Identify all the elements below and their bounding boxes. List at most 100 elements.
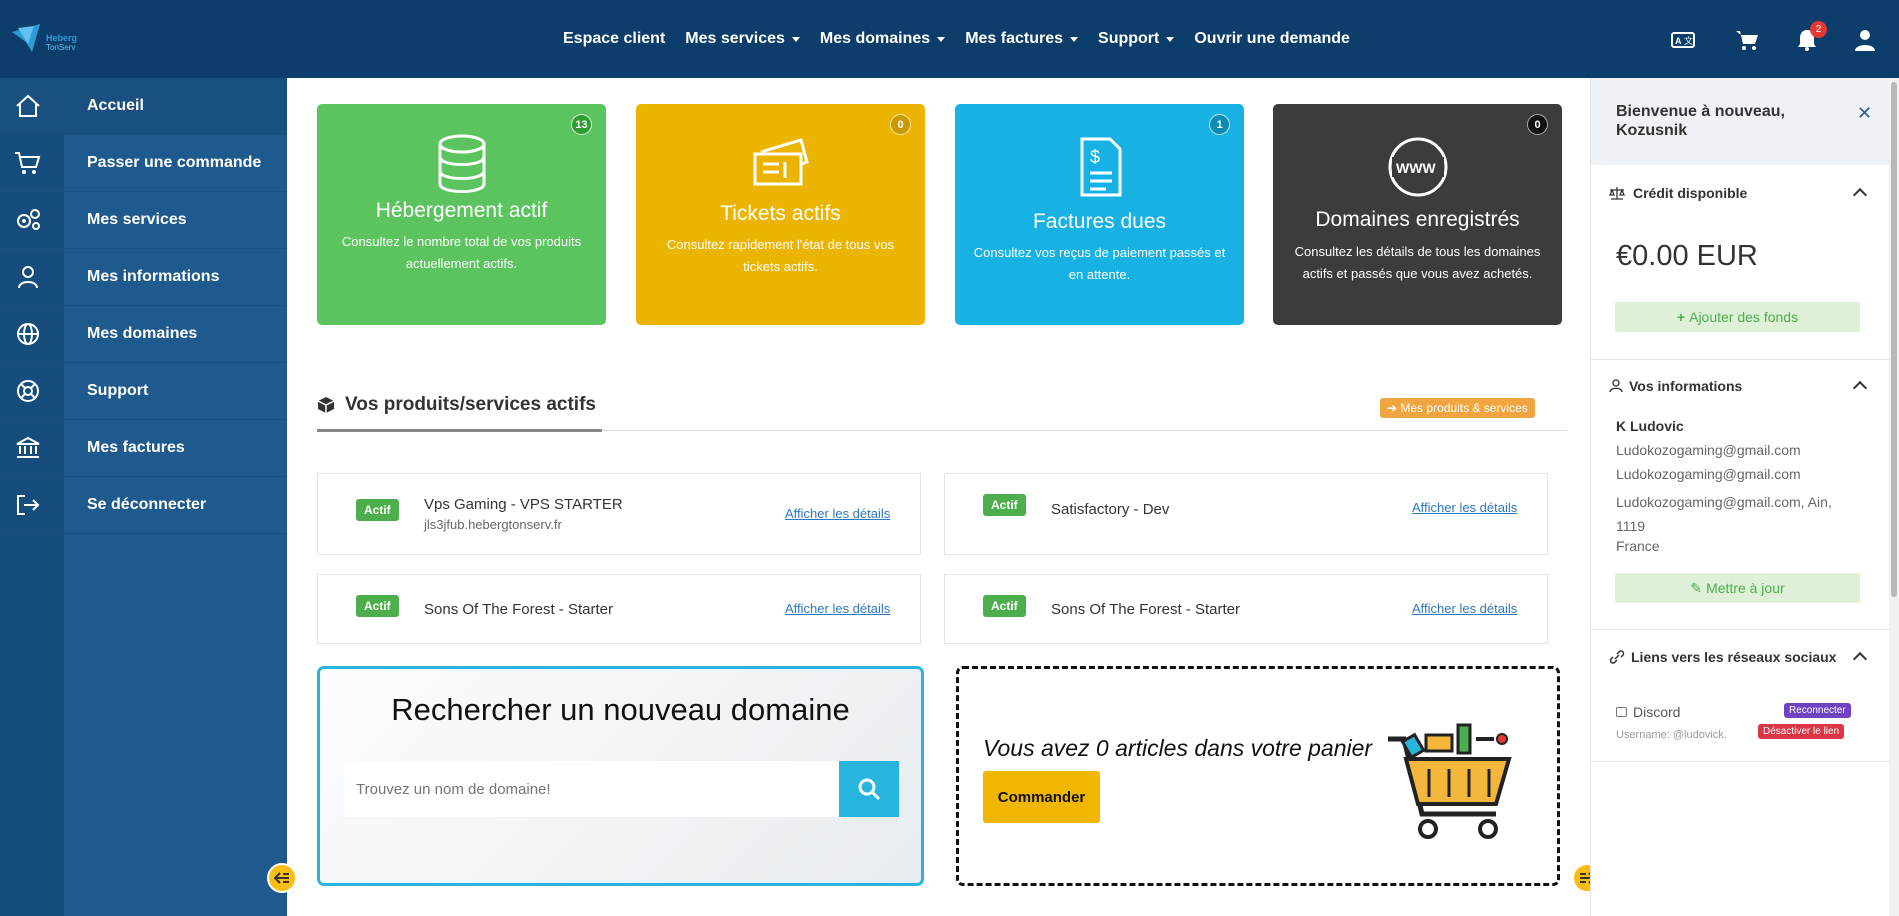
user-icon xyxy=(18,266,38,289)
unlink-button[interactable]: Désactiver le lien xyxy=(1758,724,1845,739)
sidebar-item-domaines[interactable]: Mes domaines xyxy=(0,306,287,363)
sidebar-item-label: Mes domaines xyxy=(87,325,198,342)
details-link[interactable]: Afficher les détails xyxy=(785,506,890,521)
plus-icon: + xyxy=(1676,309,1686,325)
service-item: Actif Satisfactory - Dev Afficher les dé… xyxy=(944,473,1548,555)
nav-espace-client[interactable]: Espace client xyxy=(563,30,665,48)
user-email: Ludokozogaming@gmail.com xyxy=(1616,466,1801,482)
count-badge: 0 xyxy=(890,114,911,135)
discord-username: Username: @ludovick. xyxy=(1616,729,1727,741)
translate-icon[interactable]: A 文 xyxy=(1671,28,1695,52)
cart-icon[interactable] xyxy=(1735,28,1759,52)
user-icon xyxy=(1609,379,1623,393)
domain-search-title: Rechercher un nouveau domaine xyxy=(391,692,850,727)
discord-label: Discord xyxy=(1633,704,1681,720)
divider xyxy=(1591,359,1890,360)
count-badge: 1 xyxy=(1209,114,1230,135)
domain-search-button[interactable] xyxy=(839,761,899,817)
info-panel-header[interactable]: Vos informations xyxy=(1609,378,1879,396)
details-link[interactable]: Afficher les détails xyxy=(1412,601,1517,616)
svg-text:文: 文 xyxy=(1684,35,1693,46)
panel-title: Liens vers les réseaux sociaux xyxy=(1631,649,1837,665)
service-name: Sons Of The Forest - Starter xyxy=(424,601,613,618)
sidebar-item-services[interactable]: Mes services xyxy=(0,192,287,249)
nav-support[interactable]: Support xyxy=(1098,30,1175,48)
invoice-icon: $ xyxy=(1080,137,1121,197)
service-name: Satisfactory - Dev xyxy=(1051,501,1170,518)
social-panel-header[interactable]: Liens vers les réseaux sociaux xyxy=(1609,649,1879,667)
status-badge: Actif xyxy=(356,499,399,521)
welcome-box: Bienvenue à nouveau, Kozusnik ✕ xyxy=(1591,78,1890,165)
sidebar-item-support[interactable]: Support xyxy=(0,363,287,420)
logo[interactable]: Heberg TonServ xyxy=(10,18,80,58)
card-factures[interactable]: 1 $ Factures dues Consultez vos reçus de… xyxy=(955,104,1244,325)
svg-text:TonServ: TonServ xyxy=(46,43,75,52)
sidebar-item-label: Se déconnecter xyxy=(87,496,207,513)
caret-down-icon xyxy=(1166,36,1175,42)
logout-icon xyxy=(17,495,40,515)
nav-label: Ouvrir une demande xyxy=(1194,30,1350,47)
arrow-left-icon xyxy=(274,872,289,884)
card-tickets[interactable]: 0 Tickets actifs Consultez rapidement l'… xyxy=(636,104,925,325)
top-navbar: Heberg TonServ Espace client Mes service… xyxy=(0,0,1899,78)
svg-text:Heberg: Heberg xyxy=(46,33,77,43)
gears-icon xyxy=(17,209,40,230)
domain-search-input[interactable] xyxy=(344,761,839,817)
divider xyxy=(1591,761,1890,762)
service-item: Actif Vps Gaming - VPS STARTER jls3jfub.… xyxy=(317,473,921,555)
status-badge: Actif xyxy=(983,494,1026,516)
nav-ouvrir-demande[interactable]: Ouvrir une demande xyxy=(1194,30,1350,48)
update-button[interactable]: ✎ Mettre à jour xyxy=(1615,573,1860,603)
mes-produits-button[interactable]: ➔ Mes produits & services xyxy=(1380,398,1535,418)
credit-panel-header[interactable]: Crédit disponible xyxy=(1609,185,1879,203)
shopping-cart-illustration xyxy=(1388,723,1512,839)
nav-label: Mes factures xyxy=(965,30,1064,47)
cart-panel: Vous avez 0 articles dans votre panier C… xyxy=(956,666,1560,886)
svg-text:A: A xyxy=(1675,36,1682,46)
button-label: Ajouter des fonds xyxy=(1689,309,1799,325)
database-icon xyxy=(438,134,485,193)
bank-icon xyxy=(16,436,40,458)
divider xyxy=(317,429,602,432)
section-title-text: Vos produits/services actifs xyxy=(345,394,596,415)
card-domaines[interactable]: 0 WWW Domaines enregistrés Consultez les… xyxy=(1273,104,1562,325)
nav-mes-domaines[interactable]: Mes domaines xyxy=(820,30,946,48)
sidebar-item-accueil[interactable]: Accueil xyxy=(0,78,287,135)
details-link[interactable]: Afficher les détails xyxy=(785,601,890,616)
card-title: Factures dues xyxy=(1032,210,1167,233)
commander-button[interactable]: Commander xyxy=(983,771,1100,823)
nav-label: Mes services xyxy=(685,30,785,47)
sidebar-item-commande[interactable]: Passer une commande xyxy=(0,135,287,192)
service-item: Actif Sons Of The Forest - Starter Affic… xyxy=(944,574,1548,644)
scrollbar-thumb[interactable] xyxy=(1891,82,1897,597)
nav-mes-factures[interactable]: Mes factures xyxy=(965,30,1079,48)
add-funds-button[interactable]: + Ajouter des fonds xyxy=(1615,302,1860,332)
globe-icon xyxy=(17,323,39,345)
button-label: Mes produits & services xyxy=(1400,401,1528,415)
user-country: France xyxy=(1616,538,1660,554)
sidebar: Accueil Passer une commande Mes services… xyxy=(0,78,287,916)
sidebar-item-informations[interactable]: Mes informations xyxy=(0,249,287,306)
collapse-left-button[interactable] xyxy=(267,863,297,893)
cart-icon xyxy=(15,152,41,174)
close-icon[interactable]: ✕ xyxy=(1857,103,1872,124)
sidebar-item-factures[interactable]: Mes factures xyxy=(0,420,287,477)
cart-status-text: Vous avez 0 articles dans votre panier xyxy=(983,735,1373,761)
www-icon: WWW xyxy=(1388,137,1447,197)
main-content: 13 Hébergement actif Consultez le nombre… xyxy=(267,78,1602,916)
credit-value: €0.00 EUR xyxy=(1616,240,1758,272)
status-badge: Actif xyxy=(983,595,1026,617)
discord-icon xyxy=(1616,707,1627,717)
sidebar-item-label: Accueil xyxy=(87,97,144,114)
box-icon xyxy=(317,397,335,413)
user-name: K Ludovic xyxy=(1616,418,1684,434)
button-label: Mettre à jour xyxy=(1706,580,1785,596)
details-link[interactable]: Afficher les détails xyxy=(1412,500,1517,515)
user-name-text: K Ludovic xyxy=(1616,418,1684,434)
sidebar-item-logout[interactable]: Se déconnecter xyxy=(0,477,287,534)
pencil-icon: ✎ xyxy=(1690,579,1703,596)
nav-mes-services[interactable]: Mes services xyxy=(685,30,800,48)
card-hebergement[interactable]: 13 Hébergement actif Consultez le nombre… xyxy=(317,104,606,325)
user-icon[interactable] xyxy=(1853,28,1877,52)
reconnect-button[interactable]: Reconnecter xyxy=(1784,703,1851,718)
